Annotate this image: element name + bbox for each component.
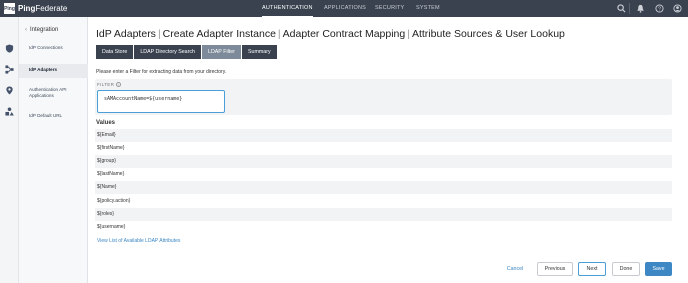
breadcrumb-separator: |: [277, 28, 281, 40]
tab-ldap-filter[interactable]: LDAP Filter: [202, 45, 241, 59]
search-icon[interactable]: [617, 4, 626, 13]
tab-ldap-directory-search[interactable]: LDAP Directory Search: [134, 45, 201, 59]
top-bar: Ping PingFederate AUTHENTICATION APPLICA…: [0, 0, 688, 17]
user-icon[interactable]: [673, 4, 682, 13]
topbar-divider: [629, 3, 630, 14]
app-logo[interactable]: Ping PingFederate: [4, 3, 67, 14]
sidebar-item-idp-adapters[interactable]: IdP Adapters: [29, 67, 85, 73]
nav-authentication[interactable]: AUTHENTICATION: [262, 0, 313, 17]
sidebar-section-header[interactable]: ‹ Integration: [25, 27, 58, 33]
value-row: ${roles}: [95, 208, 672, 221]
icon-rail: [0, 17, 19, 283]
nav-system[interactable]: SYSTEM: [416, 0, 440, 17]
previous-button[interactable]: Previous: [537, 262, 573, 276]
sidebar-item-authentication-api-applications[interactable]: Authentication API Applications: [29, 87, 85, 99]
instructions-text: Please enter a Filter for extracting dat…: [96, 69, 227, 75]
page-title-breadcrumb: IdP Adapters | Create Adapter Instance | Ada…: [96, 28, 565, 40]
svg-text:?: ?: [658, 6, 661, 12]
value-row: ${firstName}: [97, 145, 125, 151]
breadcrumb-attribute-sources: Attribute Sources & User Lookup: [411, 28, 565, 40]
bell-icon[interactable]: [636, 4, 645, 13]
save-button[interactable]: Save: [645, 262, 672, 276]
sidebar-section-title: Integration: [30, 27, 59, 33]
info-icon[interactable]: i: [116, 82, 122, 87]
sidebar-item-idp-default-url[interactable]: IdP Default URL: [29, 113, 85, 119]
wizard-tabs: Data Store LDAP Directory Search LDAP Fi…: [96, 45, 277, 59]
nav-applications[interactable]: APPLICATIONS: [324, 0, 366, 17]
value-row: ${group}: [95, 155, 672, 168]
value-row: ${Email}: [95, 129, 672, 142]
values-heading: Values: [96, 120, 116, 126]
breadcrumb-separator: |: [157, 28, 161, 40]
filter-textarea[interactable]: sAMAccountName=${username}: [97, 90, 225, 113]
value-row: ${policy.action}: [97, 198, 131, 204]
value-row: ${Name}: [95, 181, 672, 194]
done-button[interactable]: Done: [612, 262, 640, 276]
network-icon[interactable]: [5, 65, 14, 74]
chevron-left-icon: ‹: [25, 27, 27, 33]
cancel-button[interactable]: Cancel: [503, 262, 527, 276]
filter-label-text: FILTER: [97, 82, 115, 87]
nav-security[interactable]: SECURITY: [375, 0, 404, 17]
breadcrumb-create-adapter-instance: Create Adapter Instance: [162, 28, 276, 40]
sidebar: ‹ Integration IdP Connections IdP Adapte…: [19, 17, 88, 283]
filter-label: FILTER i: [97, 82, 122, 87]
value-row: ${username}: [97, 224, 126, 230]
breadcrumb-adapter-contract-mapping: Adapter Contract Mapping: [282, 28, 406, 40]
sidebar-item-idp-connections[interactable]: IdP Connections: [29, 45, 85, 51]
next-button[interactable]: Next: [578, 262, 606, 276]
view-ldap-attributes-link[interactable]: View List of Available LDAP Attributes: [97, 238, 180, 244]
tab-summary[interactable]: Summary: [241, 45, 277, 59]
tab-data-store[interactable]: Data Store: [96, 45, 134, 59]
shapes-icon[interactable]: [5, 107, 14, 116]
logo-mark: Ping: [4, 3, 15, 14]
breadcrumb-separator: |: [407, 28, 410, 40]
value-row: ${lastName}: [97, 171, 125, 177]
logo-text: PingFederate: [18, 4, 68, 13]
shield-icon[interactable]: [5, 44, 14, 53]
location-pin-icon[interactable]: [5, 86, 14, 95]
help-icon[interactable]: ?: [655, 4, 664, 13]
breadcrumb-idp-adapters: IdP Adapters: [96, 28, 156, 40]
